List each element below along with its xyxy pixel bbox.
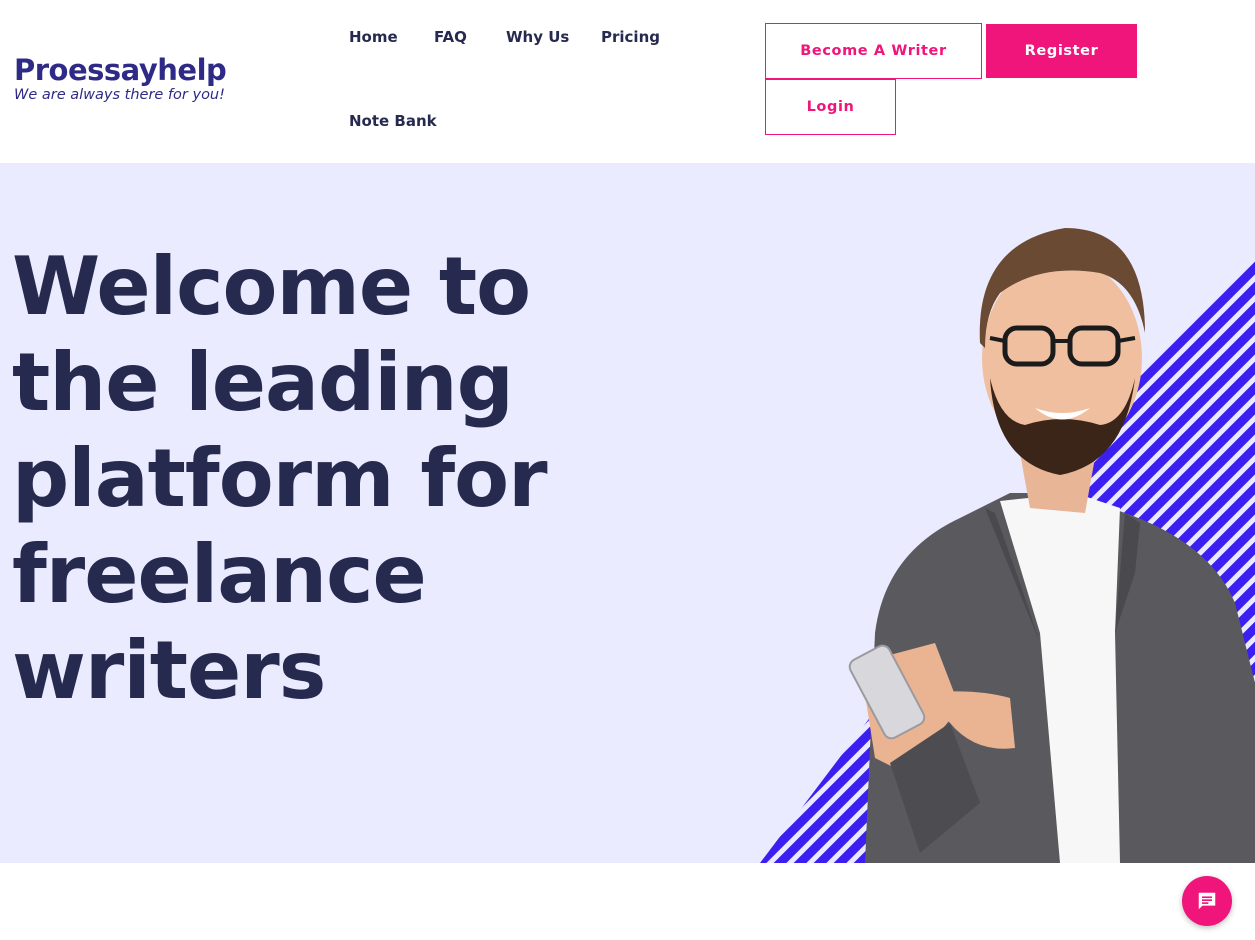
content-below-hero (0, 863, 1255, 940)
nav-faq[interactable]: FAQ (434, 28, 467, 46)
hero-person-image (848, 228, 1255, 863)
nav-why-us[interactable]: Why Us (506, 28, 569, 46)
chat-launcher-button[interactable] (1182, 876, 1232, 926)
chat-bubble-icon (1198, 892, 1216, 910)
logo-title: Proessayhelp (14, 53, 227, 87)
become-writer-button[interactable]: Become A Writer (765, 23, 982, 79)
nav-pricing[interactable]: Pricing (601, 28, 660, 46)
site-logo[interactable]: Proessayhelp We are always there for you… (14, 52, 227, 104)
nav-note-bank[interactable]: Note Bank (349, 112, 437, 130)
login-button[interactable]: Login (765, 79, 896, 135)
site-header: Proessayhelp We are always there for you… (0, 0, 1255, 163)
register-button[interactable]: Register (986, 24, 1137, 78)
hero-section: Welcome to the leading platform for free… (0, 163, 1255, 863)
logo-tagline: We are always there for you! (14, 87, 225, 103)
nav-home[interactable]: Home (349, 28, 398, 46)
